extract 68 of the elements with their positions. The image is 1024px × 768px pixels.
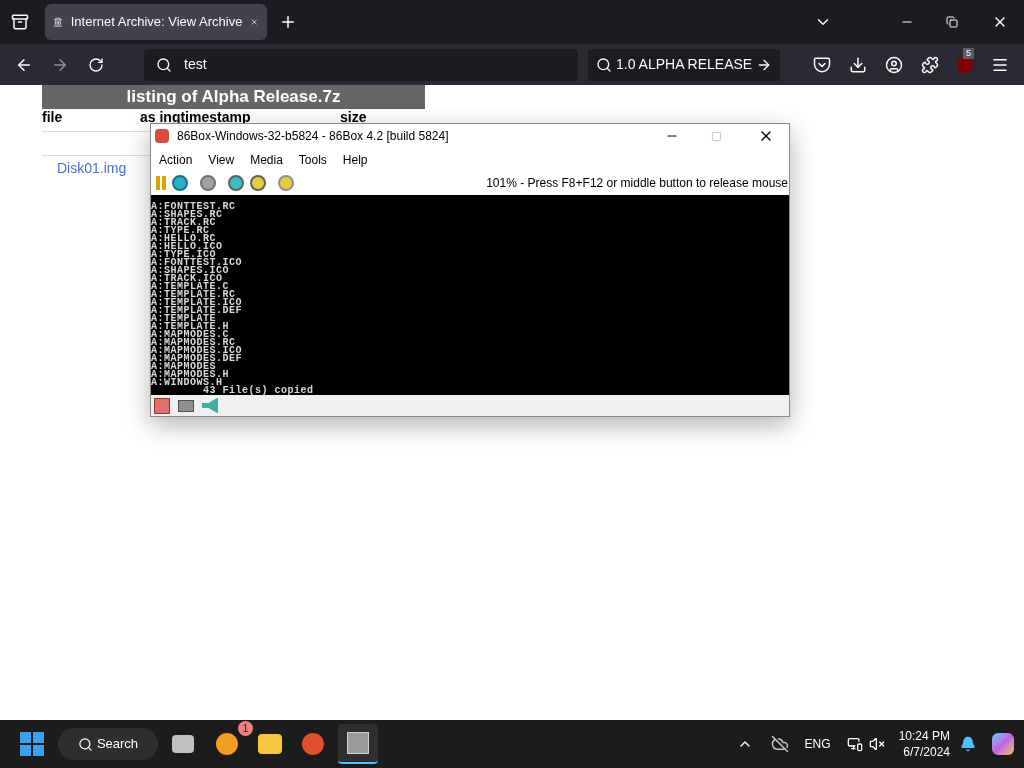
screen-line: A:FONTTEST.RC: [151, 203, 237, 211]
language-indicator[interactable]: ENG: [804, 735, 831, 753]
screen-line: A:MAPMODES.C: [151, 331, 229, 339]
screen-line: A:SHAPES.RC: [151, 211, 223, 219]
screen-line: A:SHAPES.ICO: [151, 267, 229, 275]
search-suggestion-button[interactable]: 1.0 ALPHA RELEASE: [588, 48, 781, 81]
account-icon[interactable]: [885, 55, 903, 74]
search-button[interactable]: Search: [58, 728, 158, 760]
download-icon[interactable]: [849, 55, 867, 74]
screen-line: A:HELLO.ICO: [151, 243, 224, 251]
screen-line: A:TEMPLATE.RC: [151, 291, 236, 299]
status-message: 101% - Press F8+F12 or middle button to release mouse: [486, 175, 788, 192]
screen-line: A:TEMPLATE.ICO: [151, 299, 243, 307]
screen-line: A:TEMPLATE.DEF: [151, 307, 243, 315]
search-text: 1.0 ALPHA RELEASE: [616, 55, 753, 74]
menu-item[interactable]: Action: [159, 150, 193, 169]
bell-icon[interactable]: [960, 736, 976, 752]
menu-item[interactable]: Help: [342, 150, 368, 169]
extension-badge: 5: [963, 47, 974, 59]
tab-list-icon[interactable]: [11, 13, 29, 31]
address-text: test: [184, 55, 207, 74]
search-icon: [596, 56, 612, 73]
clock[interactable]: 10:24 PM 6/7/2024: [898, 728, 950, 760]
reload-icon[interactable]: [88, 56, 104, 73]
screen-line: A:TRACK.RC: [151, 219, 216, 227]
screen-line: A:TEMPLATE.H: [151, 323, 230, 331]
search-icon: [156, 56, 172, 73]
column-header: size: [340, 110, 367, 124]
file-link[interactable]: Disk01.img: [57, 157, 127, 179]
screen-line: A:TYPE.RC: [151, 227, 211, 235]
screen-line: A:HELLO.RC: [151, 235, 216, 243]
restore-icon[interactable]: [946, 16, 958, 28]
screen-line: A:TEMPLATE: [151, 315, 216, 323]
emulator-taskbar-button[interactable]: [338, 724, 378, 764]
new-tab-icon[interactable]: [279, 13, 297, 31]
screen-line: A:FONTTEST.ICO: [151, 259, 243, 267]
screen-line: A:WINDOWS.H: [151, 379, 224, 387]
screen-line: 43 File(s) copied: [203, 387, 315, 395]
menu-item[interactable]: Media: [250, 150, 283, 169]
screen-line: A:TRACK.ICO: [151, 275, 224, 283]
mute-icon[interactable]: [868, 736, 885, 752]
screen-line: A:MAPMODES: [151, 363, 216, 371]
cloud-off-icon[interactable]: [770, 735, 789, 753]
pocket-icon[interactable]: [813, 55, 831, 74]
extensions-icon[interactable]: [921, 55, 939, 74]
maximize-icon: [711, 130, 722, 142]
time: 10:24 PM: [898, 728, 950, 744]
menu-item[interactable]: View: [208, 150, 235, 169]
menu-item[interactable]: Tools: [298, 150, 327, 169]
address-field[interactable]: test: [144, 48, 578, 81]
listing-title: listing of Alpha Release.7z: [42, 85, 425, 109]
screen-line: A:TEMPLATE.C: [151, 283, 229, 291]
browser-tab[interactable]: Internet Archive: View Archive: [45, 4, 267, 40]
notification-badge: 1: [238, 721, 253, 736]
screen-line: A:TYPE.ICO: [151, 251, 216, 259]
column-header: file: [42, 110, 64, 124]
start-icon[interactable]: [20, 732, 44, 756]
museum-icon: [53, 14, 63, 30]
window-title: 86Box-Windows-32-b5824 - 86Box 4.2 [build 5824]: [177, 128, 450, 145]
screen-line: A:MAPMODES.DEF: [151, 355, 243, 363]
network-icon[interactable]: [846, 736, 863, 752]
search-icon: [77, 736, 93, 752]
screen-line: A:MAPMODES.RC: [151, 339, 236, 347]
date: 6/7/2024: [903, 744, 950, 760]
tab-title: Internet Archive: View Archive: [70, 13, 243, 32]
screen-line: A:MAPMODES.ICO: [151, 347, 243, 355]
screen-line: A:MAPMODES.H: [151, 371, 230, 379]
column-header: as ingtimestamp: [140, 110, 252, 124]
